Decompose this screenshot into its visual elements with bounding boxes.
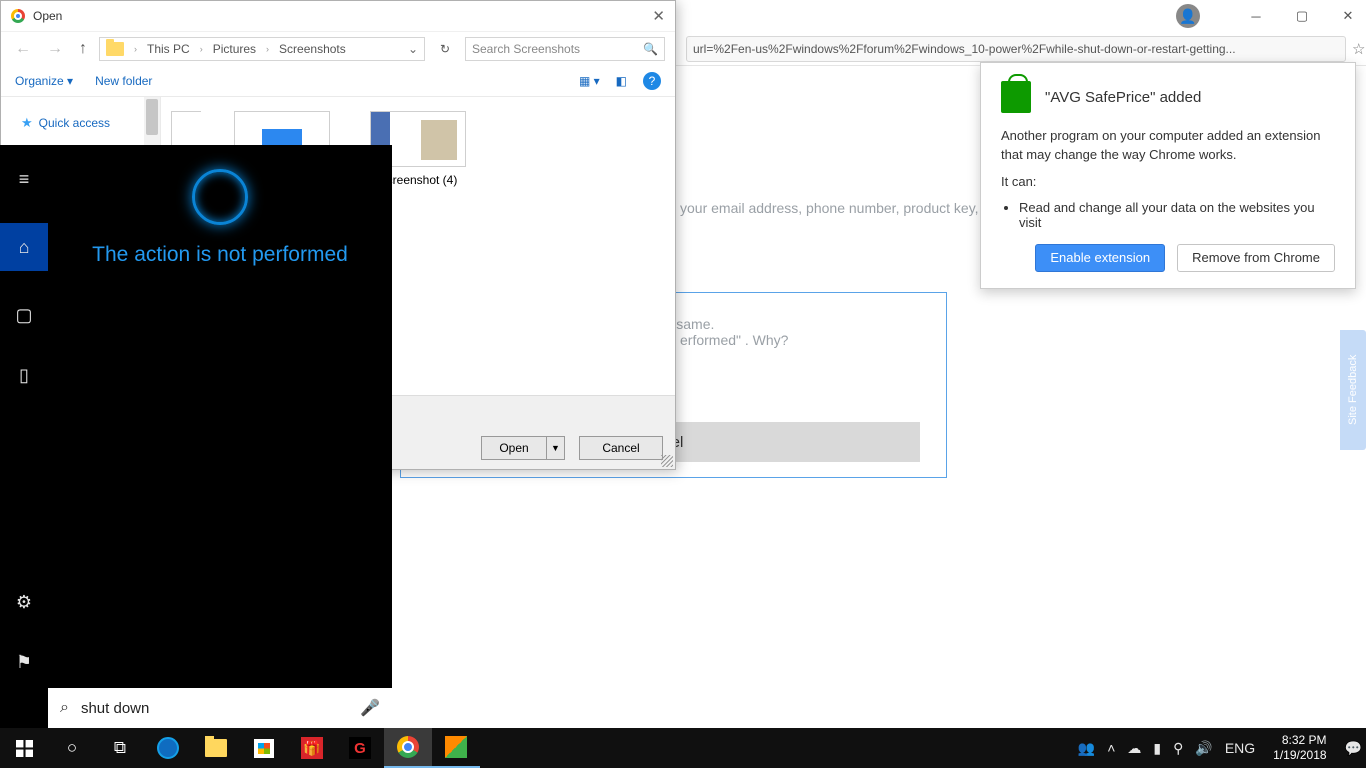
devices-icon[interactable]: ▯	[0, 359, 48, 391]
refresh-button[interactable]: ↻	[433, 42, 457, 56]
dialog-close-button[interactable]: ✕	[652, 7, 665, 25]
enable-extension-button[interactable]: Enable extension	[1035, 244, 1165, 272]
star-icon: ★	[21, 115, 33, 131]
wifi-icon[interactable]: ⚲	[1173, 740, 1183, 757]
dialog-search-input[interactable]: Search Screenshots 🔍	[465, 37, 665, 61]
cortana-taskbar-icon[interactable]: ○	[48, 728, 96, 768]
remove-from-chrome-button[interactable]: Remove from Chrome	[1177, 244, 1335, 272]
gift-taskbar-icon[interactable]: 🎁	[288, 728, 336, 768]
back-button[interactable]: ←	[11, 40, 35, 58]
search-input-value[interactable]: shut down	[81, 700, 149, 717]
crumb-root[interactable]: This PC	[147, 42, 190, 56]
folder-icon	[106, 42, 124, 56]
task-view-icon[interactable]: ⧉	[96, 728, 144, 768]
forward-button[interactable]: →	[43, 40, 67, 58]
dialog-title: Open	[33, 9, 62, 23]
help-icon[interactable]: ?	[643, 72, 661, 90]
dialog-toolbar: Organize ▾ New folder ▦ ▾ ◧ ?	[1, 65, 675, 97]
taskbar: ○ ⧉ 🎁 G 👥 ˄ ☁ ▮ ⚲ 🔊 ENG 8:32 PM 1/19/201…	[0, 728, 1366, 768]
maximize-button[interactable]: ▢	[1288, 2, 1316, 30]
minimize-button[interactable]: ─	[1242, 2, 1270, 30]
volume-icon[interactable]: 🔊	[1195, 740, 1212, 757]
extension-added-popup: "AVG SafePrice" added Another program on…	[980, 62, 1356, 289]
organize-menu[interactable]: Organize ▾	[15, 74, 73, 88]
garena-taskbar-icon[interactable]: G	[336, 728, 384, 768]
cortana-panel: ≡ ⌂ ▢ ▯ ⚙ ⚑ The action is not performed …	[0, 145, 392, 728]
start-button[interactable]	[0, 728, 48, 768]
cortana-search-bar[interactable]: ⌕ shut down 🎤	[48, 688, 392, 728]
cortana-message: The action is not performed	[92, 243, 348, 267]
close-button[interactable]: ✕	[1334, 2, 1362, 30]
clock[interactable]: 8:32 PM 1/19/2018	[1267, 733, 1332, 763]
cortana-rail: ≡ ⌂ ▢ ▯ ⚙ ⚑	[0, 145, 48, 728]
open-split-button[interactable]: ▼	[547, 436, 565, 460]
site-feedback-tab[interactable]: Site Feedback	[1340, 330, 1366, 450]
dialog-nav-row: ← → ↑ › This PC › Pictures › Screenshots…	[1, 31, 675, 65]
address-bar[interactable]: url=%2Fen-us%2Fwindows%2Fforum%2Fwindows…	[686, 36, 1346, 62]
chrome-icon	[11, 9, 25, 23]
feedback-person-icon[interactable]: ⚑	[0, 646, 48, 678]
popup-title: "AVG SafePrice" added	[1045, 89, 1201, 106]
settings-gear-icon[interactable]: ⚙	[0, 586, 48, 618]
microphone-icon[interactable]: 🎤	[360, 698, 380, 718]
edge-taskbar-icon[interactable]	[144, 728, 192, 768]
preview-pane-icon[interactable]: ◧	[616, 74, 627, 88]
dialog-titlebar: Open ✕	[1, 1, 675, 31]
cortana-ring-icon	[192, 169, 248, 225]
onedrive-icon[interactable]: ☁	[1127, 740, 1141, 757]
file-explorer-taskbar-icon[interactable]	[192, 728, 240, 768]
tray-chevron-icon[interactable]: ˄	[1107, 740, 1115, 756]
resize-grip[interactable]	[661, 455, 673, 467]
store-taskbar-icon[interactable]	[240, 728, 288, 768]
view-mode-icon[interactable]: ▦ ▾	[579, 74, 600, 88]
open-button[interactable]: Open	[481, 436, 547, 460]
dialog-cancel-button[interactable]: Cancel	[579, 436, 663, 460]
avg-taskbar-icon[interactable]	[432, 728, 480, 768]
system-tray: 👥 ˄ ☁ ▮ ⚲ 🔊 ENG 8:32 PM 1/19/2018 💬	[1078, 728, 1366, 768]
search-icon: 🔍	[643, 42, 658, 56]
home-icon[interactable]: ⌂	[0, 223, 48, 271]
breadcrumb[interactable]: › This PC › Pictures › Screenshots ⌄	[99, 37, 425, 61]
crumb-pictures[interactable]: Pictures	[213, 42, 256, 56]
battery-icon[interactable]: ▮	[1153, 740, 1161, 757]
shopping-bag-icon	[1001, 81, 1031, 113]
action-center-icon[interactable]: 💬	[1345, 740, 1362, 757]
new-folder-button[interactable]: New folder	[95, 74, 152, 88]
crumb-screenshots[interactable]: Screenshots	[279, 42, 346, 56]
chrome-taskbar-icon[interactable]	[384, 728, 432, 768]
up-button[interactable]: ↑	[75, 40, 91, 58]
popup-can-label: It can:	[1001, 173, 1335, 192]
cortana-main: The action is not performed	[48, 145, 392, 728]
bookmark-star-icon[interactable]: ☆	[1352, 40, 1365, 58]
people-icon[interactable]: 👥	[1078, 740, 1095, 757]
notebook-icon[interactable]: ▢	[0, 299, 48, 331]
crumb-dropdown-icon[interactable]: ⌄	[408, 42, 418, 56]
quick-access-item[interactable]: ★Quick access	[21, 115, 154, 131]
hamburger-icon[interactable]: ≡	[0, 163, 48, 195]
permission-item: Read and change all your data on the web…	[1019, 200, 1335, 230]
search-icon: ⌕	[60, 699, 69, 717]
account-icon[interactable]: 👤	[1176, 4, 1200, 28]
language-indicator[interactable]: ENG	[1225, 740, 1255, 756]
popup-body: Another program on your computer added a…	[1001, 127, 1335, 165]
